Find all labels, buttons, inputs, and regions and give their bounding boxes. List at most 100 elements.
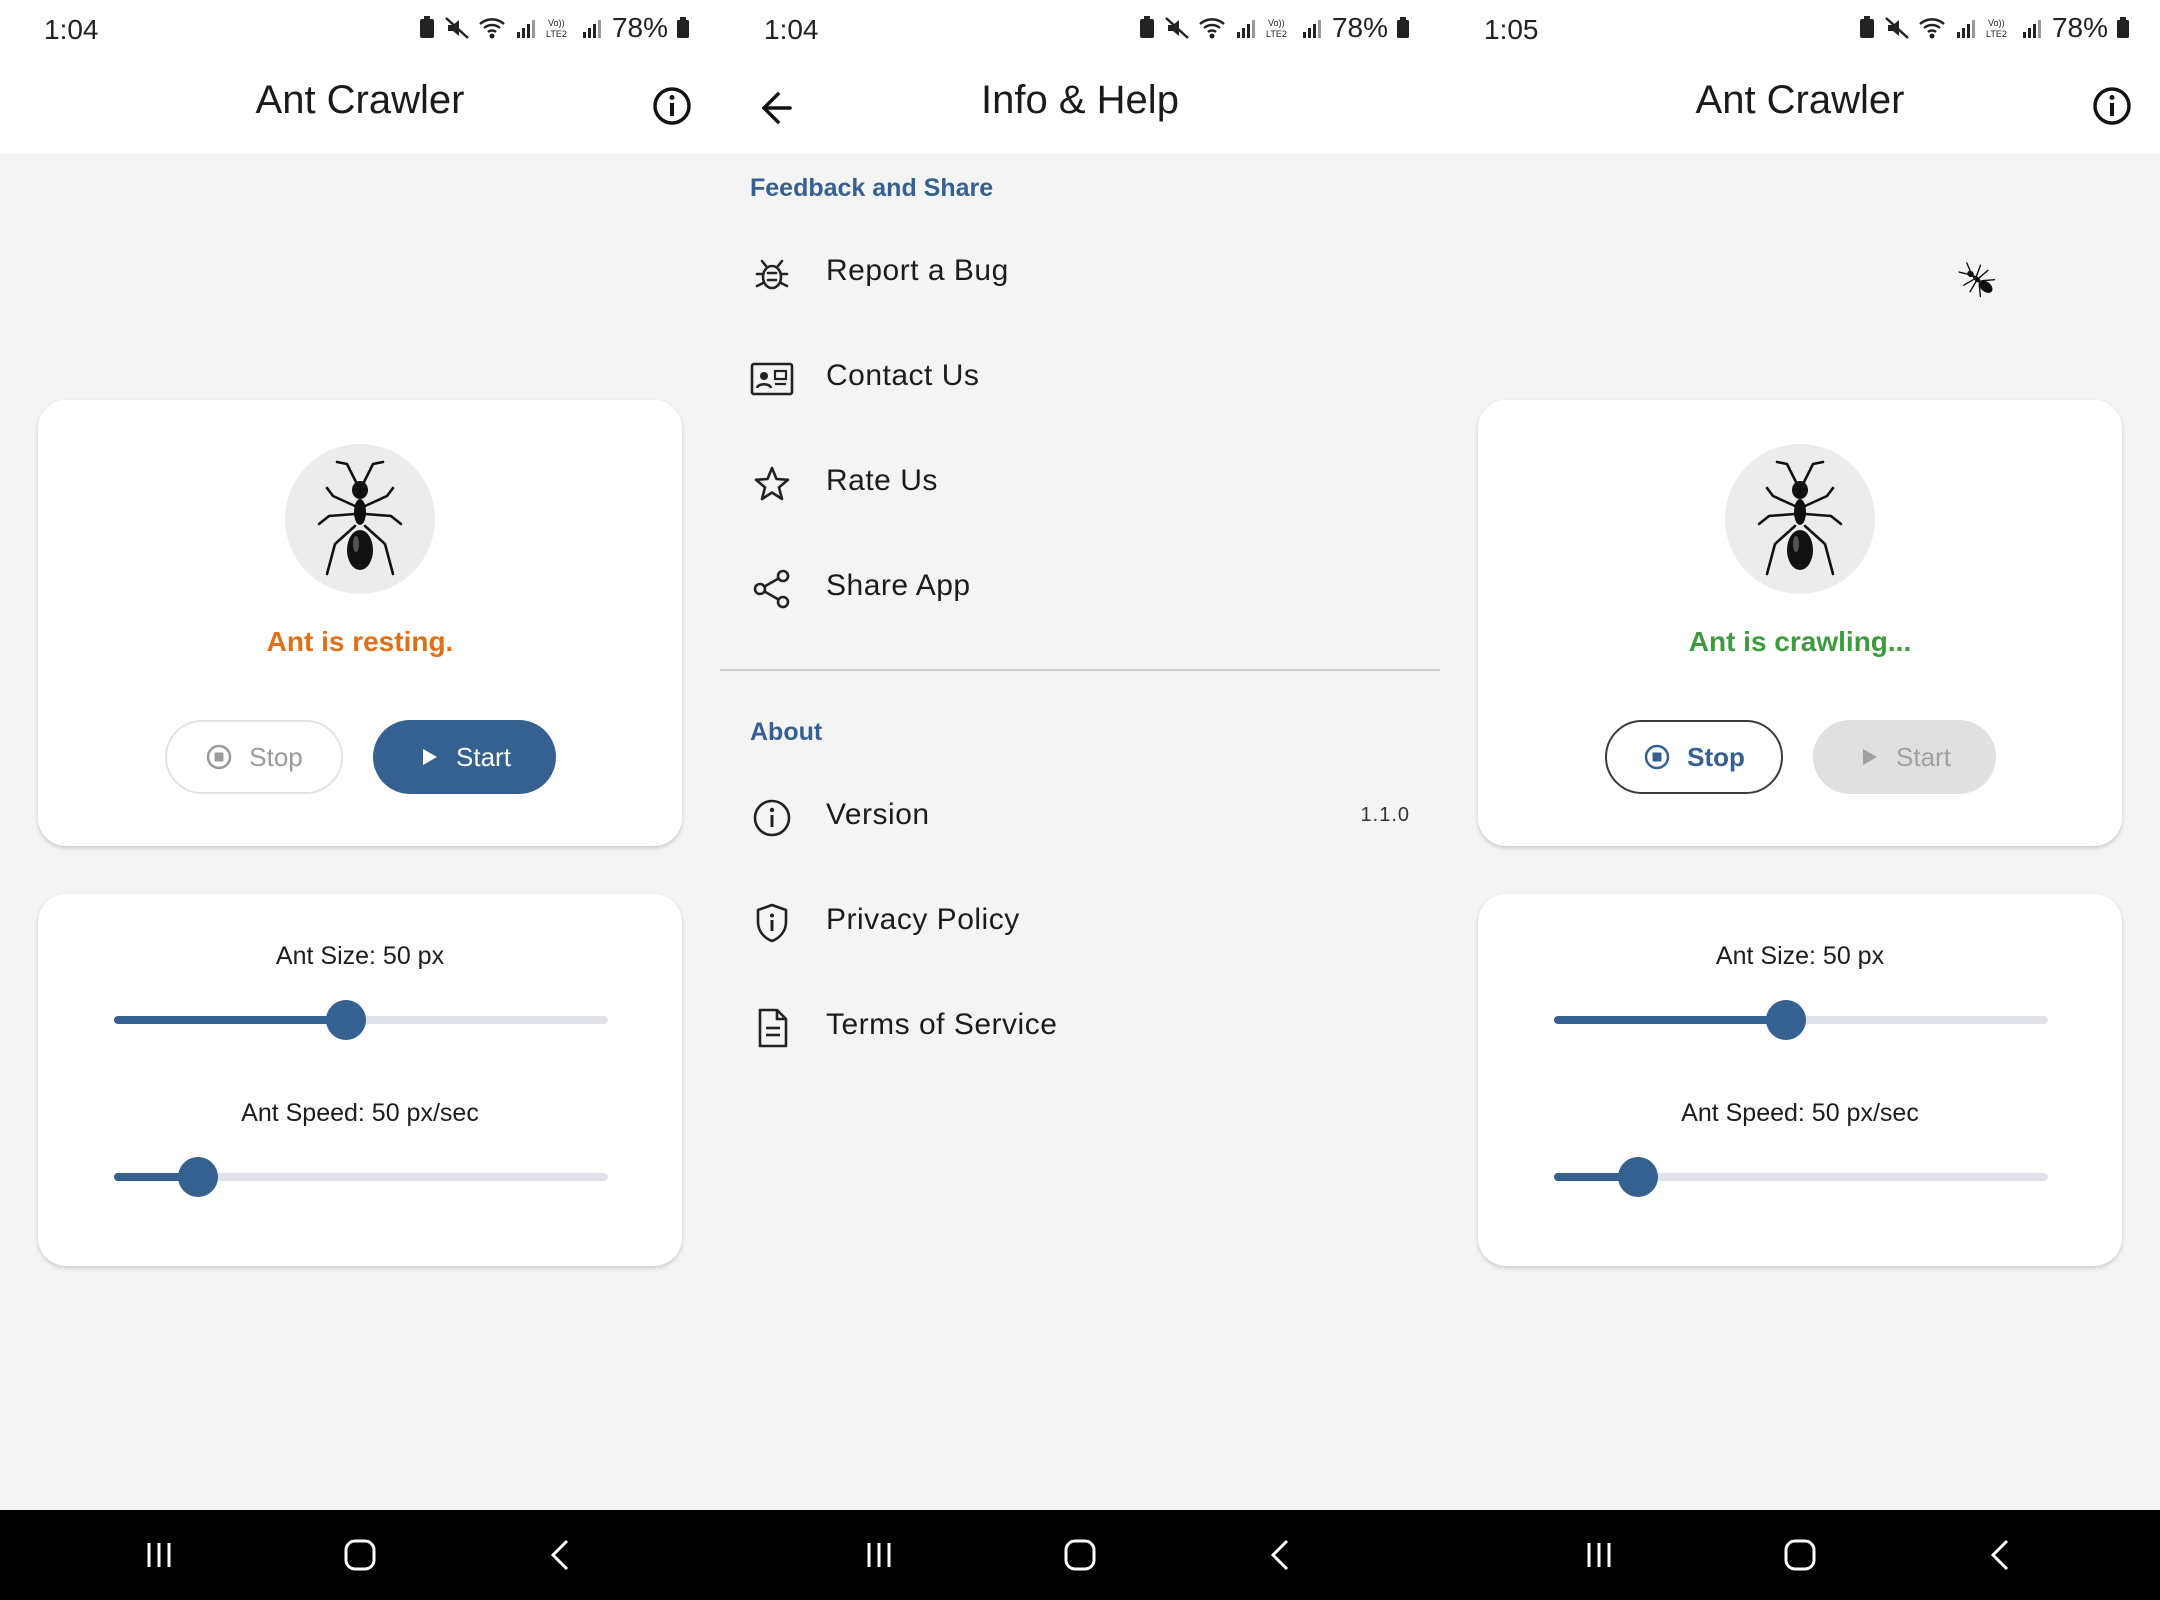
ant-status-text: Ant is crawling... — [1688, 626, 1912, 657]
navigation-bar — [1440, 1510, 2160, 1600]
play-icon — [1863, 749, 1878, 765]
back-chevron-icon[interactable] — [1261, 1535, 1301, 1575]
shield-icon — [756, 903, 788, 943]
ant-speed-slider-thumb[interactable] — [177, 1157, 218, 1197]
stop-button-label: Stop — [249, 741, 303, 772]
navigation-bar — [720, 1510, 1440, 1600]
ant-size-label: Ant Size: 50 px — [275, 942, 445, 970]
wifi-icon — [1199, 18, 1225, 39]
battery-icon — [677, 17, 689, 38]
navigation-bar — [0, 1510, 720, 1600]
home-icon[interactable] — [340, 1535, 380, 1575]
menu-item-terms-of-service[interactable]: Terms of Service — [720, 978, 1440, 1078]
stop-button[interactable]: Stop — [1605, 720, 1783, 794]
section-about-header: About — [750, 718, 823, 746]
recents-icon[interactable] — [139, 1535, 179, 1575]
stop-circle-icon — [1644, 744, 1670, 770]
ant-icon — [1757, 460, 1843, 576]
signal-icon — [516, 20, 535, 38]
menu-item-share-app[interactable]: Share App — [720, 539, 1440, 639]
star-icon — [754, 466, 790, 501]
document-icon — [758, 1008, 788, 1048]
battery-saver-icon — [1859, 16, 1874, 38]
recents-icon[interactable] — [859, 1535, 899, 1575]
page-title: Ant Crawler — [255, 78, 465, 122]
battery-icon — [1397, 17, 1409, 38]
signal-icon-2 — [2022, 20, 2041, 38]
ant-size-slider-thumb[interactable] — [1766, 1000, 1807, 1040]
wifi-icon — [1919, 18, 1945, 39]
menu-item-version[interactable]: Version 1.1.0 — [720, 768, 1440, 868]
back-chevron-icon[interactable] — [541, 1535, 581, 1575]
ant-avatar — [1725, 444, 1875, 594]
recents-icon[interactable] — [1579, 1535, 1619, 1575]
battery-percent: 78% — [611, 12, 668, 43]
control-card: Ant is crawling... Stop Start — [1478, 400, 2122, 846]
signal-icon-2 — [582, 20, 601, 38]
ant-speed-label: Ant Speed: 50 px/sec — [1681, 1099, 1919, 1127]
status-bar: 1:04 Vo)) LTE2 78% — [0, 0, 720, 60]
status-time: 1:05 — [1484, 14, 1539, 45]
page-title: Info & Help — [981, 78, 1179, 122]
battery-percent: 78% — [1331, 12, 1388, 43]
info-icon[interactable] — [648, 82, 696, 130]
control-card: Ant is resting. Stop Start — [38, 400, 682, 846]
contact-card-icon — [750, 362, 794, 396]
ant-speed-slider[interactable] — [114, 1157, 608, 1197]
menu-item-label: Share App — [826, 569, 971, 602]
section-divider — [720, 669, 1440, 671]
app-bar: Ant Crawler — [1440, 60, 2160, 154]
system-icons: Vo)) LTE2 78% — [418, 12, 690, 44]
ant-size-slider[interactable] — [114, 1000, 608, 1040]
version-number: 1.1.0 — [1360, 804, 1410, 826]
ant-icon — [317, 460, 403, 576]
back-chevron-icon[interactable] — [1981, 1535, 2021, 1575]
ant-speed-slider-thumb[interactable] — [1617, 1157, 1658, 1197]
menu-item-label: Privacy Policy — [826, 903, 1020, 936]
volte-icon: Vo))LTE2 — [1986, 18, 2007, 39]
svg-text:Vo)): Vo)) — [1988, 18, 2005, 28]
home-icon[interactable] — [1060, 1535, 1100, 1575]
ant-size-slider-fill — [114, 1016, 347, 1024]
menu-item-rate-us[interactable]: Rate Us — [720, 434, 1440, 534]
home-icon[interactable] — [1780, 1535, 1820, 1575]
section-feedback-header: Feedback and Share — [750, 174, 994, 202]
ant-speed-label: Ant Speed: 50 px/sec — [241, 1099, 479, 1127]
status-time: 1:04 — [764, 14, 819, 45]
battery-icon — [2117, 17, 2129, 38]
status-bar: 1:05 Vo)) LTE2 78% — [1440, 0, 2160, 60]
mute-icon — [1885, 17, 1909, 39]
signal-icon — [1236, 20, 1255, 38]
signal-icon-2 — [1302, 20, 1321, 38]
battery-percent: 78% — [2051, 12, 2108, 43]
system-icons: Vo)) LTE2 78% — [1858, 12, 2130, 44]
start-button[interactable]: Start — [373, 720, 556, 794]
ant-size-slider-thumb[interactable] — [326, 1000, 367, 1040]
stop-circle-icon — [207, 744, 232, 770]
settings-card: Ant Size: 50 px Ant Speed: 50 px/sec — [1478, 894, 2122, 1266]
ant-speed-slider[interactable] — [1554, 1157, 2048, 1197]
stop-button[interactable]: Stop — [165, 720, 343, 794]
screen-info-help: 1:04 Vo)) LTE2 78% Info & Help Feedback a… — [720, 0, 1440, 1600]
play-icon — [423, 749, 438, 765]
menu-item-label: Rate Us — [826, 464, 938, 497]
start-button[interactable]: Start — [1813, 720, 1996, 794]
svg-text:LTE2: LTE2 — [1266, 29, 1287, 39]
menu-item-privacy-policy[interactable]: Privacy Policy — [720, 873, 1440, 973]
start-button-label: Start — [456, 741, 511, 772]
status-time: 1:04 — [44, 14, 99, 45]
svg-text:LTE2: LTE2 — [1986, 29, 2007, 39]
volte-icon: Vo))LTE2 — [546, 18, 567, 39]
menu-item-contact-us[interactable]: Contact Us — [720, 329, 1440, 429]
volte-icon: Vo))LTE2 — [1266, 18, 1287, 39]
ant-size-slider-fill — [1554, 1016, 1787, 1024]
info-icon — [753, 799, 791, 837]
svg-text:LTE2: LTE2 — [546, 29, 567, 39]
stop-button-label: Stop — [1687, 741, 1745, 772]
mute-icon — [1165, 17, 1189, 39]
battery-saver-icon — [419, 16, 434, 38]
screen-ant-resting: 1:04 Vo)) LTE2 78% Ant Crawler Ant is re… — [0, 0, 720, 1600]
ant-size-slider[interactable] — [1554, 1000, 2048, 1040]
info-icon[interactable] — [2088, 82, 2136, 130]
menu-item-report-bug[interactable]: Report a Bug — [720, 224, 1440, 324]
